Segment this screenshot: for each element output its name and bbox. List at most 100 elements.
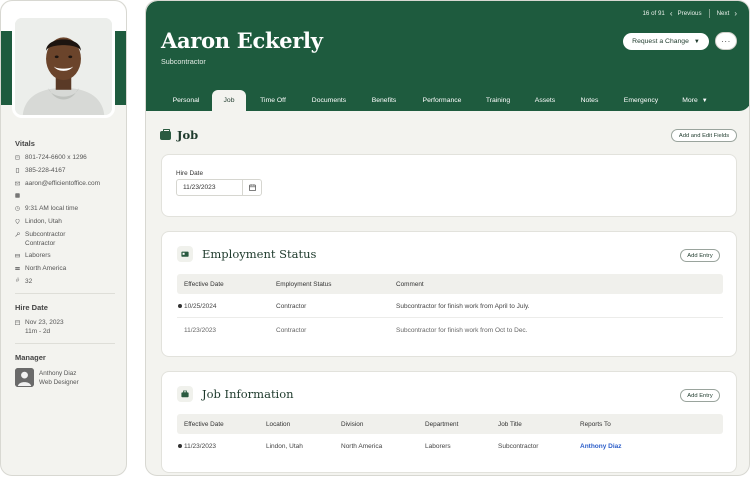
tab-performance[interactable]: Performance <box>414 90 470 111</box>
tab-assets[interactable]: Assets <box>528 90 562 111</box>
tab-more[interactable]: More ▼ <box>678 90 712 111</box>
request-change-button[interactable]: Request a Change ▼ <box>623 33 709 50</box>
chevron-left-icon[interactable]: ‹ <box>670 9 673 18</box>
table-cell: Contractor <box>276 326 307 334</box>
pager-separator <box>708 9 710 18</box>
caret-down-icon: ▼ <box>701 97 708 104</box>
manager-name[interactable]: Anthony Diaz <box>39 370 79 377</box>
table-cell: Laborers <box>425 442 451 450</box>
hire-date-text: Nov 23, 2023 <box>25 319 64 326</box>
profile-sidebar: Vitals 801-724-6600 x 1296 385-228-4167 … <box>0 0 127 476</box>
wrench-icon <box>15 230 20 239</box>
column-header[interactable]: Location <box>266 414 290 434</box>
column-header[interactable]: Effective Date <box>184 414 224 434</box>
employment-status-add-entry-button[interactable]: Add Entry <box>680 249 720 262</box>
table-row[interactable]: 11/23/2023 Lindon, Utah North America La… <box>177 434 723 458</box>
column-header[interactable]: Employment Status <box>276 274 331 294</box>
tab-job[interactable]: Job <box>212 90 246 111</box>
tab-personal[interactable]: Personal <box>162 90 210 111</box>
location-text: Lindon, Utah <box>25 218 62 225</box>
briefcase-icon <box>160 128 171 140</box>
sidebar-divider <box>15 343 115 344</box>
tab-notes[interactable]: Notes <box>573 90 606 111</box>
main-panel: 16 of 91 ‹ Previous Next › Aaron Eckerly… <box>145 0 750 476</box>
vitals-division: North America <box>15 264 66 273</box>
tab-benefits[interactable]: Benefits <box>362 90 406 111</box>
employee-photo-image <box>15 18 112 115</box>
job-information-header: Job Information <box>177 386 294 402</box>
work-phone-text: 801-724-6600 x 1296 <box>25 154 87 161</box>
request-change-label: Request a Change <box>632 38 689 45</box>
calendar-icon <box>248 184 256 191</box>
job-information-add-entry-button[interactable]: Add Entry <box>680 389 720 402</box>
profile-tabs: Personal Job Time Off Documents Benefits… <box>146 90 749 111</box>
column-header[interactable]: Department <box>425 414 458 434</box>
email-text: aaron@efficientoffice.com <box>25 180 101 187</box>
sidebar-divider <box>15 293 115 294</box>
employee-photo[interactable] <box>12 15 115 118</box>
pager-previous-link[interactable]: Previous <box>678 10 702 17</box>
employee-role: Subcontractor <box>161 57 206 66</box>
tab-documents[interactable]: Documents <box>304 90 354 111</box>
pager-next-link[interactable]: Next <box>717 10 730 17</box>
tab-emergency[interactable]: Emergency <box>616 90 666 111</box>
manager-avatar[interactable] <box>15 368 34 387</box>
vitals-job: Subcontractor Contractor <box>15 230 65 248</box>
hire-date-input[interactable]: 11/23/2023 <box>176 179 262 196</box>
employment-status-title: Employment Status <box>202 247 317 261</box>
column-header[interactable]: Job Title <box>498 414 522 434</box>
people-icon <box>15 251 20 260</box>
pager-position: 16 of 91 <box>642 10 665 17</box>
linkedin-icon <box>15 191 20 200</box>
hire-date-card: Hire Date 11/23/2023 <box>161 154 737 217</box>
division-text: North America <box>25 265 67 272</box>
table-row[interactable]: 11/23/2023 Contractor Subcontractor for … <box>177 318 723 342</box>
employment-status-header: Employment Status <box>177 246 316 262</box>
id-card-icon <box>177 246 193 262</box>
hire-date-value: 11/23/2023 <box>183 184 216 191</box>
manager-role: Web Designer <box>39 379 79 386</box>
vitals-title: Vitals <box>15 139 35 148</box>
page-title-row: Job <box>160 128 198 142</box>
job-title-text: Subcontractor <box>25 231 66 238</box>
person-silhouette-icon <box>15 368 34 387</box>
briefcase-icon <box>177 386 193 402</box>
mobile-phone-icon <box>15 166 20 175</box>
hire-date-group: Nov 23, 2023 11m - 2d <box>25 318 64 336</box>
hash-icon: # <box>15 278 20 284</box>
column-header[interactable]: Effective Date <box>184 274 224 294</box>
vitals-mobile-phone[interactable]: 385-228-4167 <box>15 166 65 175</box>
manager-title: Manager <box>15 353 46 362</box>
caret-down-icon: ▼ <box>693 38 700 45</box>
vitals-linkedin[interactable]: in <box>15 191 20 200</box>
chevron-right-icon[interactable]: › <box>734 9 737 18</box>
vitals-work-phone[interactable]: 801-724-6600 x 1296 <box>15 153 87 162</box>
employment-type-text: Contractor <box>25 240 56 247</box>
add-edit-fields-button[interactable]: Add and Edit Fields <box>671 129 737 142</box>
table-cell: North America <box>341 442 383 450</box>
employee-name: Aaron Eckerly <box>161 28 323 53</box>
table-cell: Subcontractor for finish work from Oct t… <box>396 326 528 334</box>
tab-time-off[interactable]: Time Off <box>251 90 295 111</box>
ellipsis-icon: ··· <box>721 36 731 46</box>
vitals-email[interactable]: aaron@efficientoffice.com <box>15 179 100 188</box>
current-entry-dot <box>178 304 182 308</box>
manager-info[interactable]: Anthony Diaz Web Designer <box>39 370 79 386</box>
reports-to-link[interactable]: Anthony Diaz <box>580 434 622 458</box>
calendar-picker-button[interactable] <box>242 180 261 195</box>
table-cell: 11/23/2023 <box>184 442 217 450</box>
tab-training[interactable]: Training <box>478 90 518 111</box>
job-information-title: Job Information <box>202 387 294 401</box>
email-icon <box>15 179 20 188</box>
column-header[interactable]: Reports To <box>580 414 611 434</box>
table-cell: 10/25/2024 <box>184 302 217 310</box>
table-row[interactable]: 10/25/2024 Contractor Subcontractor for … <box>177 294 723 318</box>
column-header[interactable]: Comment <box>396 274 424 294</box>
vitals-location: Lindon, Utah <box>15 217 62 226</box>
job-title-group: Subcontractor Contractor <box>25 230 65 248</box>
table-cell: Subcontractor <box>498 442 539 450</box>
job-information-table-header: Effective Date Location Division Departm… <box>177 414 723 434</box>
column-header[interactable]: Division <box>341 414 363 434</box>
more-actions-button[interactable]: ··· <box>715 32 737 50</box>
table-cell: Contractor <box>276 302 307 310</box>
